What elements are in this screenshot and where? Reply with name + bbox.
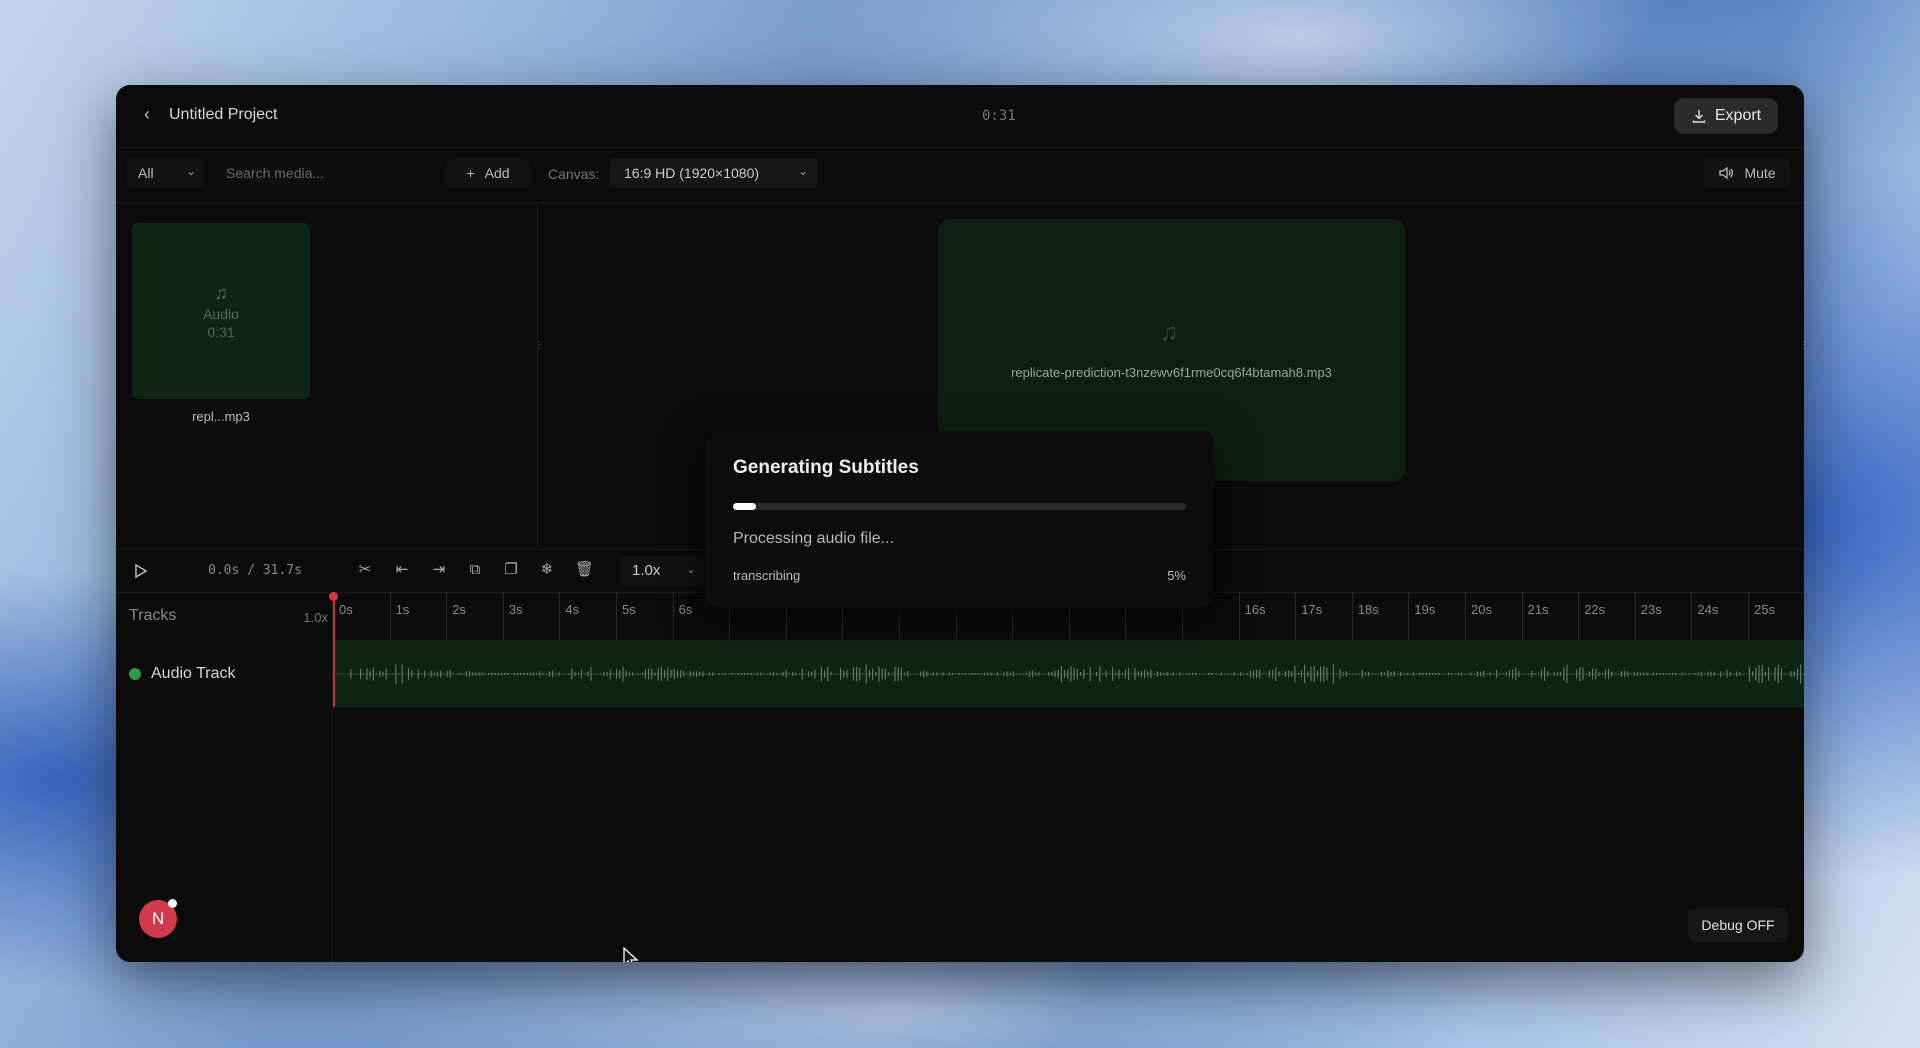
preview-file-name: replicate-prediction-t3nzewv6f1rme0cq6f4… xyxy=(1011,365,1332,380)
playback-speed-value: 1.0x xyxy=(632,562,661,579)
split-icon[interactable]: ⧉ xyxy=(466,561,484,579)
ruler-tick-label: 23s xyxy=(1640,602,1662,617)
ruler-tick-label: 21s xyxy=(1527,602,1549,617)
debug-toggle-button[interactable]: Debug OFF xyxy=(1688,908,1788,942)
chevron-left-icon[interactable]: ‹ xyxy=(144,105,158,123)
ruler-tick: 4s xyxy=(559,592,579,640)
dialog-title: Generating Subtitles xyxy=(733,457,919,478)
playhead[interactable] xyxy=(333,592,335,707)
ruler-tick: 3s xyxy=(502,592,523,640)
progress-bar-fill xyxy=(733,503,756,510)
export-button[interactable]: Export xyxy=(1674,98,1778,134)
media-item[interactable]: ♫ Audio 0:31 repl...mp3 xyxy=(132,223,310,433)
music-note-icon: ♫ xyxy=(1160,319,1178,346)
ruler-tick: 6s xyxy=(672,592,692,640)
dialog-stage: transcribing xyxy=(733,568,801,583)
editor-window: ‹ Untitled Project 0:31 Export All ⌄ + A… xyxy=(116,85,1804,962)
track-header[interactable]: Audio Track xyxy=(116,641,332,707)
ruler-tick-label: 5s xyxy=(622,602,636,617)
speaker-icon xyxy=(1719,166,1734,180)
trim-end-icon[interactable]: ⇥ xyxy=(430,561,448,579)
trim-start-icon[interactable]: ⇤ xyxy=(393,561,411,579)
ruler-tick: 25s xyxy=(1748,592,1775,640)
ruler-tick: 24s xyxy=(1691,592,1718,640)
ruler-tick-label: 17s xyxy=(1301,602,1323,617)
ruler-tick: 23s xyxy=(1634,592,1662,640)
ruler-tick: 17s xyxy=(1295,592,1322,640)
canvas-size-value: 16:9 HD (1920×1080) xyxy=(624,165,760,181)
tracks-header: Tracks 1.0x xyxy=(116,592,332,640)
scissors-icon[interactable]: ✂ xyxy=(356,561,374,579)
ruler-tick: 19s xyxy=(1408,592,1435,640)
audio-clip[interactable] xyxy=(333,641,1804,707)
timeline-zoom-label: 1.0x xyxy=(303,610,328,625)
ruler-tick-label: 20s xyxy=(1471,602,1492,617)
ruler-tick-label: 6s xyxy=(678,602,693,617)
canvas-size-select[interactable]: 16:9 HD (1920×1080) ⌄ xyxy=(610,158,818,188)
ruler-tick-label: 16s xyxy=(1244,602,1266,617)
media-filter-value: All xyxy=(138,165,154,181)
media-toolbar: All ⌄ + Add Canvas: 16:9 HD (1920×1080) … xyxy=(116,148,1804,203)
ruler-tick-label: 1s xyxy=(395,602,410,617)
dialog-percent: 5% xyxy=(1167,568,1186,583)
dialog-status: Processing audio file... xyxy=(733,530,894,547)
ruler-tick-label: 18s xyxy=(1357,602,1379,617)
export-label: Export xyxy=(1714,107,1762,124)
media-file-name: repl...mp3 xyxy=(192,409,250,424)
ruler-tick: 21s xyxy=(1521,592,1549,640)
ruler-tick: 5s xyxy=(616,592,636,640)
ruler-tick: 2s xyxy=(446,592,466,640)
progress-bar xyxy=(733,503,1186,510)
mute-button[interactable]: Mute xyxy=(1704,158,1790,188)
playhead-handle[interactable] xyxy=(329,592,338,601)
ruler-tick: 22s xyxy=(1578,592,1605,640)
subtitle-progress-dialog: Generating Subtitles Processing audio fi… xyxy=(706,431,1213,607)
chevron-down-icon: ⌄ xyxy=(797,164,808,178)
media-duration: 0:31 xyxy=(207,323,235,340)
playback-speed-select[interactable]: 1.0x ⌄ xyxy=(620,556,704,586)
mouse-cursor-icon xyxy=(623,947,639,962)
trash-icon[interactable]: 🗑 xyxy=(575,561,594,579)
media-kind: Audio xyxy=(203,305,239,322)
ruler-tick-label: 3s xyxy=(508,602,523,617)
ruler-tick: 20s xyxy=(1465,592,1492,640)
add-label: Add xyxy=(484,165,510,181)
ruler-tick-label: 22s xyxy=(1584,602,1606,617)
tracks-label: Tracks xyxy=(129,607,177,624)
chevron-down-icon: ⌄ xyxy=(685,562,696,576)
notification-dot xyxy=(168,899,177,908)
plus-icon: + xyxy=(466,165,475,181)
ruler-tick: 16s xyxy=(1238,592,1266,640)
download-icon xyxy=(1692,110,1706,123)
project-title: Untitled Project xyxy=(169,106,278,123)
freeze-icon[interactable]: ❄ xyxy=(538,561,556,579)
track-name: Audio Track xyxy=(151,665,236,682)
time-readout: 0.0s / 31.7s xyxy=(208,563,302,578)
ruler-tick-label: 4s xyxy=(565,602,580,617)
media-panel: ♫ Audio 0:31 repl...mp3 xyxy=(116,203,538,548)
media-search-input[interactable] xyxy=(216,158,436,188)
ruler-tick-label: 19s xyxy=(1414,602,1436,617)
ruler-tick-label: 0s xyxy=(339,602,353,617)
duplicate-icon[interactable]: ❐ xyxy=(502,561,520,579)
ruler-tick: 1s xyxy=(389,592,409,640)
mute-label: Mute xyxy=(1744,165,1776,181)
track-color-dot xyxy=(129,668,141,680)
music-note-icon: ♫ xyxy=(214,282,228,303)
audio-waveform xyxy=(333,664,1804,684)
title-bar: ‹ Untitled Project 0:31 Export xyxy=(116,85,1804,148)
project-duration: 0:31 xyxy=(982,108,1016,124)
canvas-label: Canvas: xyxy=(548,166,600,182)
ruler-tick: 18s xyxy=(1351,592,1379,640)
media-filter-select[interactable]: All ⌄ xyxy=(126,158,204,188)
chevron-down-icon: ⌄ xyxy=(185,164,196,178)
ruler-tick-label: 25s xyxy=(1754,602,1775,617)
media-thumbnail: ♫ Audio 0:31 xyxy=(132,223,310,399)
add-media-button[interactable]: + Add xyxy=(446,158,530,188)
ruler-tick-label: 24s xyxy=(1697,602,1719,617)
play-icon[interactable] xyxy=(130,561,150,581)
ruler-tick-label: 2s xyxy=(452,602,466,617)
